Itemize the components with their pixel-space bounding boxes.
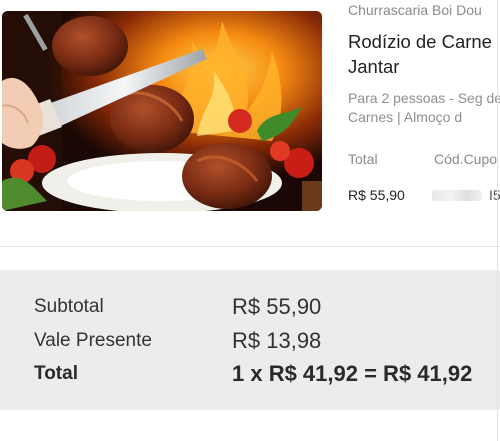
product-description: Para 2 pessoas - Seg de Carnes | Almoço … <box>348 90 500 125</box>
gift-card-label: Vale Presente <box>34 330 152 351</box>
item-total-value: R$ 55,90 <box>348 187 405 203</box>
total-label: Total <box>34 363 78 384</box>
total-value: 1 x R$ 41,92 = R$ 41,92 <box>232 361 473 386</box>
order-summary-page: Churrascaria Boi Dou Rodízio de Carne Ja… <box>0 0 500 441</box>
gift-card-value: R$ 13,98 <box>232 328 322 353</box>
subtotal-value: R$ 55,90 <box>232 294 322 319</box>
merchant-name: Churrascaria Boi Dou <box>348 2 482 18</box>
product-card[interactable]: Churrascaria Boi Dou Rodízio de Carne Ja… <box>0 0 500 230</box>
product-title[interactable]: Rodízio de Carne Jantar <box>348 29 500 79</box>
product-image[interactable] <box>2 11 322 211</box>
subtotal-label: Subtotal <box>34 296 104 317</box>
meat-skewer-image <box>2 11 322 211</box>
coupon-code-tail: I5 <box>489 187 500 203</box>
section-divider <box>0 246 500 247</box>
coupon-code-column-header: Cód.Cupo <box>434 151 498 167</box>
coupon-code-redacted <box>432 190 482 201</box>
total-column-header: Total <box>348 151 378 167</box>
card-border <box>497 0 498 441</box>
